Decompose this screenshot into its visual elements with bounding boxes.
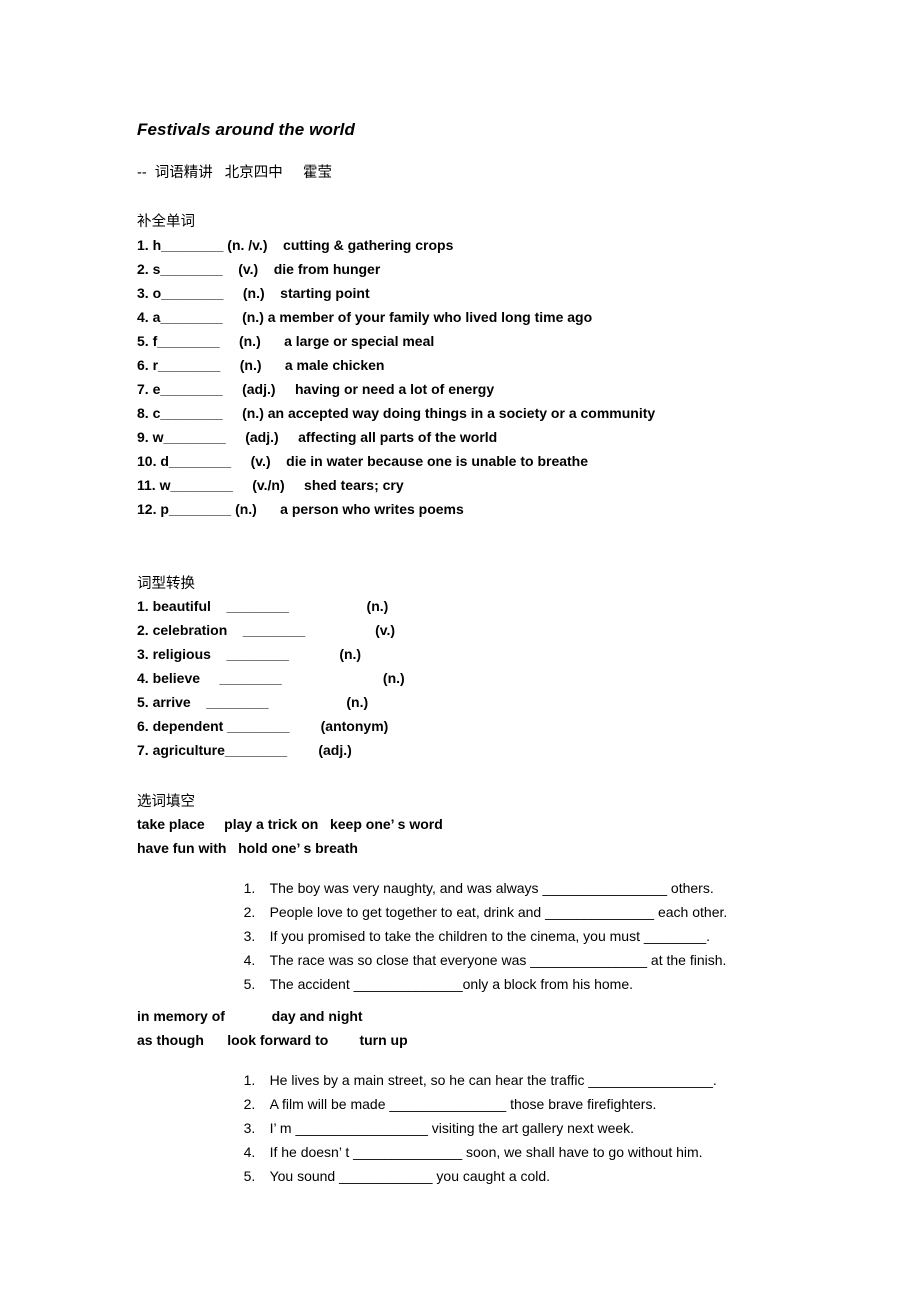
word-form-item-3: 3. religious ________ (n.) <box>137 646 362 662</box>
phrase-bank-2-line-2: as though look forward to turn up <box>137 1032 408 1048</box>
word-completion-item-4: 4. a________ (n.) a member of your famil… <box>137 309 593 325</box>
list-item-text: The accident ______________only a block … <box>269 976 634 992</box>
word-form-item-5: 5. arrive ________ (n.) <box>137 694 369 710</box>
word-form-item-2: 2. celebration ________ (v.) <box>137 622 396 638</box>
section-heading-fill-in: 选词填空 <box>137 794 195 810</box>
word-completion-item-5: 5. f________ (n.) a large or special mea… <box>137 333 435 349</box>
word-completion-item-2: 2. s________ (v.) die from hunger <box>137 261 381 277</box>
list-item: 5. You sound ____________ you caught a co… <box>228 1152 551 1200</box>
word-completion-item-6: 6. r________ (n.) a male chicken <box>137 357 385 373</box>
word-form-item-6: 6. dependent ________ (antonym) <box>137 718 389 734</box>
phrase-bank-2-line-1: in memory of day and night <box>137 1008 363 1024</box>
word-form-item-1: 1. beautiful ________ (n.) <box>137 598 389 614</box>
word-completion-item-8: 8. c________ (n.) an accepted way doing … <box>137 405 656 421</box>
phrase-bank-1-line-1: take place play a trick on keep one’ s w… <box>137 816 443 832</box>
byline: -- 词语精讲 北京四中 霍莹 <box>137 165 332 181</box>
word-form-item-4: 4. believe ________ (n.) <box>137 670 405 686</box>
page-title: Festivals around the world <box>137 120 355 139</box>
word-completion-item-1: 1. h________ (n. /v.) cutting & gatherin… <box>137 237 454 253</box>
list-item: 5. The accident ______________only a bloc… <box>228 960 633 1008</box>
section-heading-word-completion: 补全单词 <box>137 214 195 230</box>
word-completion-item-10: 10. d________ (v.) die in water because … <box>137 453 589 469</box>
document-page: Festivals around the world -- 词语精讲 北京四中 … <box>0 0 920 1302</box>
list-item-number: 5. <box>243 976 256 992</box>
word-form-item-7: 7. agriculture________ (adj.) <box>137 742 352 758</box>
section-heading-word-forms: 词型转换 <box>137 576 195 592</box>
list-item-text: You sound ____________ you caught a cold… <box>269 1168 551 1184</box>
list-item-number: 5. <box>243 1168 256 1184</box>
word-completion-item-3: 3. o________ (n.) starting point <box>137 285 370 301</box>
word-completion-item-7: 7. e________ (adj.) having or need a lot… <box>137 381 495 397</box>
phrase-bank-1-line-2: have fun with hold one’ s breath <box>137 840 358 856</box>
word-completion-item-12: 12. p________ (n.) a person who writes p… <box>137 501 464 517</box>
word-completion-item-9: 9. w________ (adj.) affecting all parts … <box>137 429 498 445</box>
word-completion-item-11: 11. w________ (v./n) shed tears; cry <box>137 477 404 493</box>
